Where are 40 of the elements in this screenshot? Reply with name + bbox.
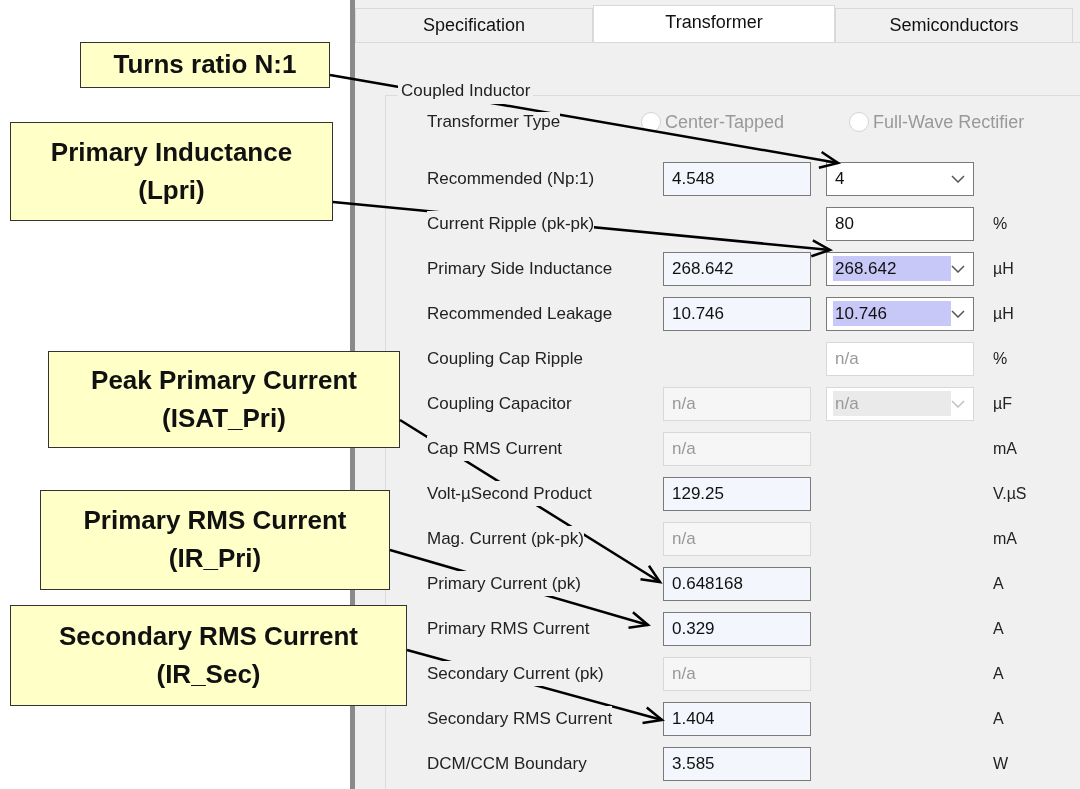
tab[interactable]: Semiconductors <box>835 8 1073 42</box>
unit-label: A <box>993 708 1005 729</box>
callout-box: Primary RMS Current (IR_Pri) <box>40 490 390 590</box>
field-label: Secondary Current (pk) <box>427 660 604 687</box>
text-field[interactable]: 10.746 <box>663 296 811 331</box>
callout-box: Turns ratio N:1 <box>80 42 330 88</box>
unit-label: A <box>993 573 1005 594</box>
unit-label: µH <box>993 303 1015 324</box>
text-field[interactable]: 268.642 <box>663 251 811 286</box>
field-label: Primary Current (pk) <box>427 570 581 597</box>
text-field[interactable]: 4.548 <box>663 161 811 196</box>
unit-label: % <box>993 213 1009 234</box>
radio-label: Full-Wave Rectifier <box>873 110 1025 134</box>
text-field[interactable]: 1.404 <box>663 701 811 736</box>
text-field[interactable]: 0.648168 <box>663 566 811 601</box>
text-field[interactable]: 3.585 <box>663 746 811 781</box>
callout-box: Primary Inductance (Lpri) <box>10 122 333 221</box>
unit-label: A <box>993 663 1005 684</box>
unit-label: µF <box>993 393 1013 414</box>
dropdown[interactable]: 4 <box>826 161 974 196</box>
tab[interactable]: Transformer <box>593 5 835 42</box>
field-label: Volt-µSecond Product <box>427 480 592 507</box>
unit-label: mA <box>993 528 1018 549</box>
unit-label: % <box>993 348 1009 369</box>
unit-label: µH <box>993 258 1015 279</box>
dropdown[interactable]: 10.746 <box>826 296 974 331</box>
callout-box: Peak Primary Current (ISAT_Pri) <box>48 351 400 448</box>
tab[interactable]: Specification <box>355 8 593 42</box>
unit-label: mA <box>993 438 1018 459</box>
field-label: Cap RMS Current <box>427 435 563 462</box>
unit-label: A <box>993 618 1005 639</box>
field-label: Transformer Type <box>427 112 561 132</box>
text-field[interactable]: 80 <box>826 206 974 241</box>
text-field[interactable]: 0.329 <box>663 611 811 646</box>
radio-label: Center-Tapped <box>665 110 785 134</box>
callout-box: Secondary RMS Current (IR_Sec) <box>10 605 407 706</box>
unit-label: V.µS <box>993 483 1028 504</box>
dropdown[interactable]: 268.642 <box>826 251 974 286</box>
text-field[interactable]: 129.25 <box>663 476 811 511</box>
unit-label: W <box>993 753 1010 774</box>
